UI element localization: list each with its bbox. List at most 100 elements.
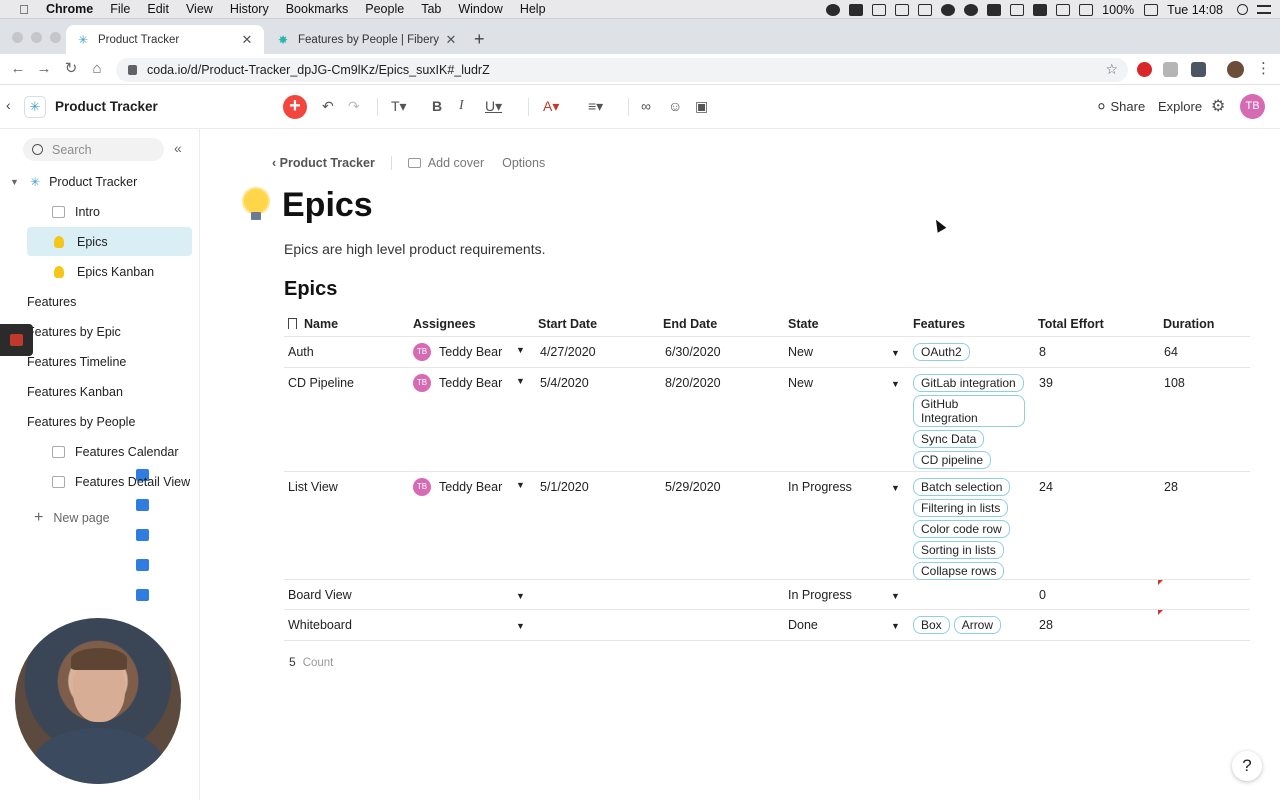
- explore-button[interactable]: Explore: [1158, 99, 1202, 114]
- cell-total-effort[interactable]: 28: [1039, 618, 1053, 632]
- sidebar-item-features-timeline[interactable]: Features Timeline: [27, 347, 192, 541]
- bold-icon[interactable]: B: [432, 96, 442, 116]
- chevron-down-icon[interactable]: ▼: [516, 376, 525, 386]
- text-style-icon[interactable]: T▾: [391, 96, 407, 116]
- help-button[interactable]: ?: [1232, 751, 1262, 781]
- menubar-clock[interactable]: Tue 14:08: [1167, 3, 1223, 17]
- cell-assignee[interactable]: TB Teddy Bear: [413, 478, 502, 496]
- table-row[interactable]: Whiteboard ▼ Done ▼ Box Arrow 28: [284, 610, 1250, 641]
- cell-name[interactable]: Whiteboard: [288, 618, 352, 632]
- doc-logo-icon[interactable]: ✳: [24, 96, 46, 118]
- column-header-name[interactable]: Name: [288, 317, 338, 331]
- link-icon[interactable]: ∞: [641, 96, 651, 116]
- close-tab-icon[interactable]: ✕: [240, 32, 254, 48]
- chrome-menu-icon[interactable]: ⋮: [1256, 59, 1271, 77]
- menu-file[interactable]: File: [110, 2, 130, 16]
- menu-app-name[interactable]: Chrome: [46, 2, 93, 16]
- cell-end-date[interactable]: 6/30/2020: [665, 345, 721, 359]
- redo-icon[interactable]: ↷: [348, 96, 360, 116]
- collapse-sidebar-icon[interactable]: «: [174, 140, 182, 156]
- sidebar-item-features-by-people[interactable]: Features by People: [27, 407, 192, 601]
- tray-camera-icon[interactable]: [849, 3, 864, 16]
- menu-tab[interactable]: Tab: [421, 2, 441, 16]
- chevron-down-icon[interactable]: ▼: [891, 379, 900, 389]
- notification-center-icon[interactable]: [1257, 5, 1271, 14]
- close-window-button[interactable]: [12, 32, 23, 43]
- cell-duration[interactable]: 64: [1164, 345, 1178, 359]
- column-header-assignees[interactable]: Assignees: [413, 317, 476, 331]
- insert-plus-button[interactable]: +: [283, 95, 307, 119]
- section-title[interactable]: Epics: [284, 278, 337, 301]
- column-header-total-effort[interactable]: Total Effort: [1038, 317, 1104, 331]
- sidebar-item-epics-kanban[interactable]: Epics Kanban: [27, 257, 192, 286]
- table-row[interactable]: CD Pipeline TB Teddy Bear ▼ 5/4/2020 8/2…: [284, 368, 1250, 472]
- add-cover-button[interactable]: Add cover: [428, 156, 484, 170]
- minimize-window-button[interactable]: [31, 32, 42, 43]
- extension-adblock-icon[interactable]: [1137, 62, 1152, 77]
- feature-chip[interactable]: GitLab integration: [913, 374, 1024, 392]
- sidebar-item-features-by-epic[interactable]: Features by Epic: [27, 317, 192, 511]
- wifi-icon[interactable]: [1079, 3, 1094, 16]
- new-tab-icon[interactable]: +: [474, 29, 485, 50]
- menu-window[interactable]: Window: [458, 2, 502, 16]
- tray-display-icon[interactable]: [987, 3, 1002, 16]
- feature-chip[interactable]: Arrow: [953, 616, 1002, 634]
- table-row[interactable]: Board View ▼ In Progress ▼ 0: [284, 580, 1250, 610]
- menu-view[interactable]: View: [186, 2, 213, 16]
- extension-briefcase-icon[interactable]: [1163, 62, 1178, 77]
- sidebar-root-item[interactable]: ▼ ✳ Product Tracker: [10, 173, 137, 191]
- bookmark-star-icon[interactable]: ☆: [1105, 61, 1118, 78]
- input-source-icon[interactable]: [1033, 3, 1048, 16]
- cell-features[interactable]: GitLab integration GitHub Integration Sy…: [913, 374, 1029, 469]
- comment-icon[interactable]: ▣: [695, 96, 708, 116]
- cell-features[interactable]: Batch selection Filtering in lists Color…: [913, 478, 1029, 580]
- cell-total-effort[interactable]: 0: [1039, 588, 1046, 602]
- options-button[interactable]: Options: [502, 156, 545, 170]
- feature-chip[interactable]: Box: [913, 616, 950, 634]
- feature-chip[interactable]: Sync Data: [913, 430, 985, 448]
- home-icon[interactable]: ⌂: [87, 59, 107, 79]
- tray-fox-icon[interactable]: [918, 3, 933, 16]
- text-color-icon[interactable]: A▾: [543, 96, 559, 116]
- sidebar-item-intro[interactable]: Intro: [27, 197, 192, 226]
- chrome-profile-avatar[interactable]: [1227, 61, 1244, 78]
- cell-start-date[interactable]: 5/1/2020: [540, 480, 589, 494]
- doc-title[interactable]: Product Tracker: [55, 99, 158, 114]
- forward-arrow-icon[interactable]: →: [34, 59, 54, 79]
- close-tab-icon[interactable]: ✕: [444, 32, 458, 48]
- recording-widget[interactable]: [0, 324, 33, 356]
- chevron-down-icon[interactable]: ▼: [516, 345, 525, 355]
- feature-chip[interactable]: Sorting in lists: [913, 541, 1004, 559]
- zoom-window-button[interactable]: [50, 32, 61, 43]
- volume-icon[interactable]: [1010, 3, 1025, 16]
- cell-state[interactable]: In Progress: [788, 588, 852, 602]
- battery-percentage[interactable]: 100%: [1102, 3, 1134, 17]
- new-page-button[interactable]: + New page: [34, 509, 110, 527]
- tray-shield-icon[interactable]: [895, 3, 910, 16]
- cell-name[interactable]: CD Pipeline: [288, 376, 354, 390]
- sidebar-search-input[interactable]: Search: [23, 138, 164, 161]
- feature-chip[interactable]: Filtering in lists: [913, 499, 1009, 517]
- extension-eyedropper-icon[interactable]: [1191, 62, 1206, 77]
- cell-end-date[interactable]: 8/20/2020: [665, 376, 721, 390]
- table-row-count[interactable]: 5 Count: [289, 655, 333, 669]
- feature-chip[interactable]: CD pipeline: [913, 451, 992, 469]
- breadcrumb[interactable]: ‹ Product Tracker: [272, 156, 375, 170]
- tray-telegram-icon[interactable]: [941, 3, 956, 16]
- user-avatar[interactable]: TB: [1240, 94, 1265, 119]
- apple-icon[interactable]: : [16, 2, 32, 17]
- cell-name[interactable]: Auth: [288, 345, 314, 359]
- menu-help[interactable]: Help: [520, 2, 546, 16]
- menu-history[interactable]: History: [230, 2, 269, 16]
- menu-people[interactable]: People: [365, 2, 404, 16]
- cell-assignee[interactable]: TB Teddy Bear: [413, 343, 502, 361]
- cell-features[interactable]: OAuth2: [913, 343, 1029, 361]
- page-title[interactable]: Epics: [282, 186, 373, 225]
- column-header-start-date[interactable]: Start Date: [538, 317, 597, 331]
- column-header-state[interactable]: State: [788, 317, 819, 331]
- feature-chip[interactable]: OAuth2: [913, 343, 970, 361]
- sidebar-item-features-detail-view[interactable]: Features Detail View: [27, 467, 192, 496]
- chevron-down-icon[interactable]: ▼: [891, 483, 900, 493]
- feature-chip[interactable]: Batch selection: [913, 478, 1011, 496]
- share-button[interactable]: ⚪ Share: [1096, 99, 1145, 115]
